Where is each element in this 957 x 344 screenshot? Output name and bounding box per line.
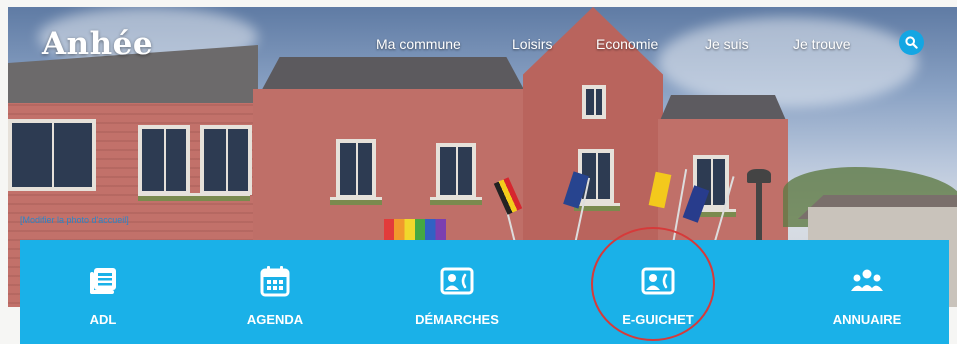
quick-access-bar: ADL AGENDA DÉMARCHES E-GUICHET ANNUAIRE bbox=[20, 240, 949, 344]
tile-label-annuaire: ANNUAIRE bbox=[832, 312, 902, 327]
search-icon bbox=[905, 36, 918, 49]
nav-item-je-trouve[interactable]: Je trouve bbox=[793, 36, 851, 52]
tile-adl[interactable]: ADL bbox=[28, 240, 178, 344]
highlight-circle bbox=[591, 227, 715, 341]
tile-agenda[interactable]: AGENDA bbox=[200, 240, 350, 344]
site-logo[interactable]: Anhée bbox=[42, 26, 153, 62]
contact-card-icon bbox=[440, 267, 474, 295]
calendar-icon bbox=[260, 266, 290, 297]
tile-annuaire[interactable]: ANNUAIRE bbox=[792, 240, 942, 344]
search-button[interactable] bbox=[899, 30, 924, 55]
tile-label-demarches: DÉMARCHES bbox=[415, 312, 499, 327]
page-frame: Anhée Ma commune Loisirs Economie Je sui… bbox=[0, 0, 957, 344]
tile-demarches[interactable]: DÉMARCHES bbox=[382, 240, 532, 344]
newspaper-icon bbox=[90, 268, 116, 294]
nav-item-je-suis[interactable]: Je suis bbox=[705, 36, 749, 52]
tile-label-agenda: AGENDA bbox=[246, 312, 304, 327]
group-icon bbox=[851, 269, 883, 291]
site-header: Anhée Ma commune Loisirs Economie Je sui… bbox=[0, 0, 957, 90]
nav-item-economie[interactable]: Economie bbox=[596, 36, 658, 52]
nav-item-ma-commune[interactable]: Ma commune bbox=[376, 36, 461, 52]
edit-photo-link[interactable]: [Modifier la photo d'accueil] bbox=[20, 215, 129, 225]
tile-label-adl: ADL bbox=[89, 312, 117, 327]
nav-item-loisirs[interactable]: Loisirs bbox=[512, 36, 552, 52]
